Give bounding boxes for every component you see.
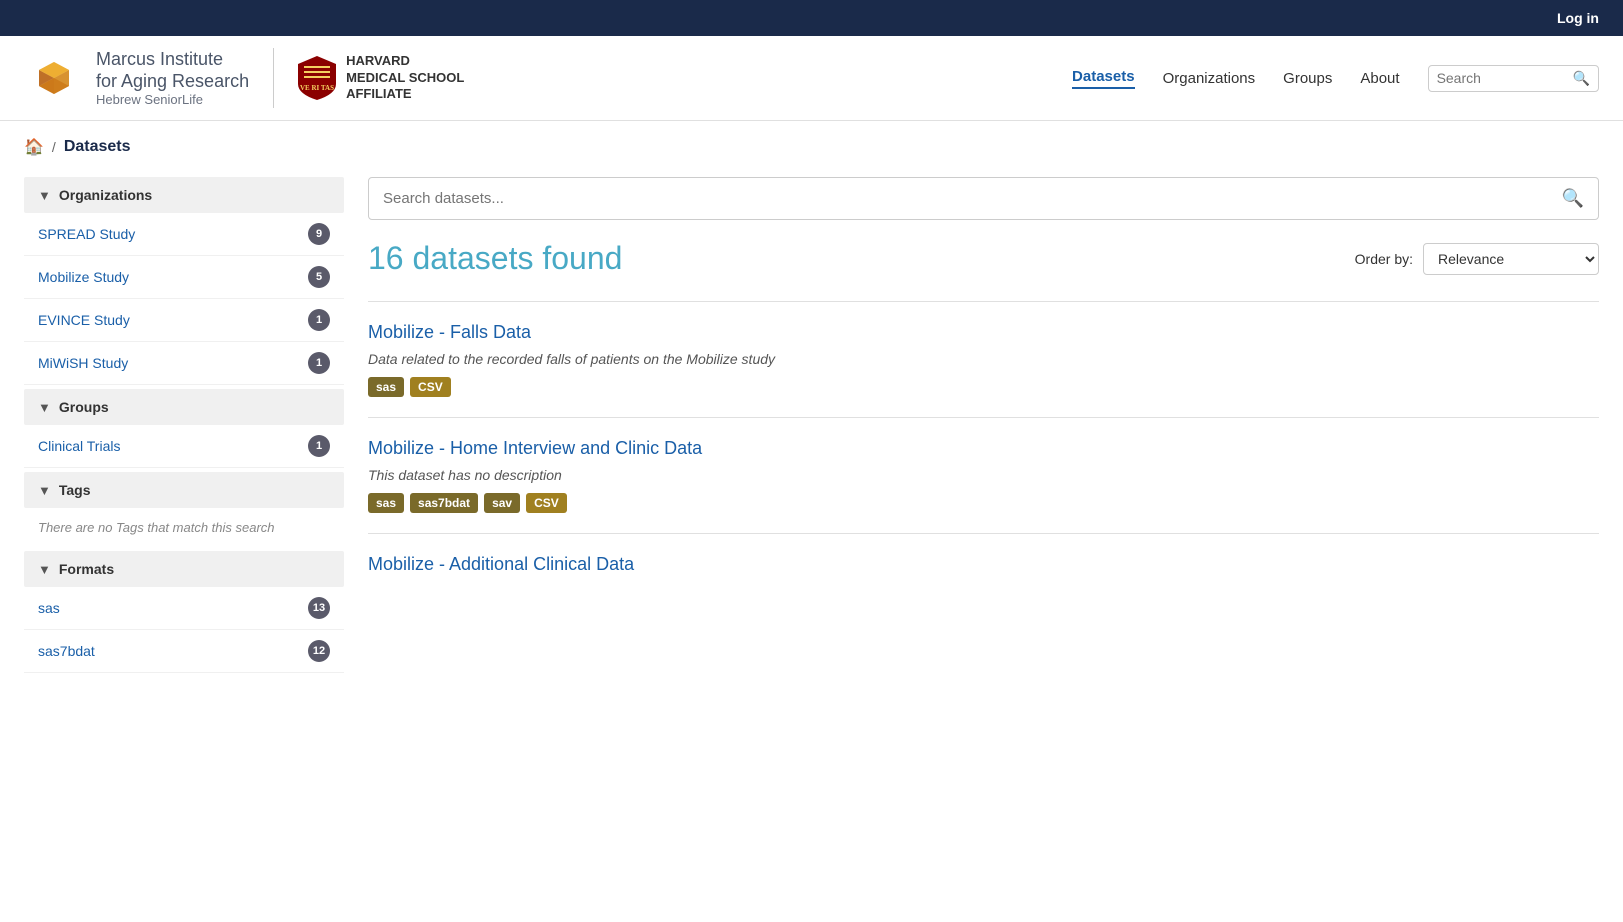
format-item-count: 13 [308,597,330,619]
org-filter-item[interactable]: SPREAD Study 9 [24,213,344,256]
order-by-select[interactable]: RelevanceName AscendingName DescendingLa… [1423,243,1599,275]
dataset-tag[interactable]: sas7bdat [410,493,478,513]
format-filter-item[interactable]: sas7bdat 12 [24,630,344,673]
format-item-label: sas [38,600,60,616]
header-search-input[interactable] [1437,70,1567,86]
dataset-tag[interactable]: sas [368,377,404,397]
funnel-icon-groups: ▼ [38,400,51,415]
dataset-item: Mobilize - Additional Clinical Data [368,533,1599,603]
org-logo-icon [24,48,84,108]
dataset-tag[interactable]: CSV [410,377,451,397]
dataset-title[interactable]: Mobilize - Home Interview and Clinic Dat… [368,438,1599,459]
org-name: Marcus Institutefor Aging Research [96,49,249,92]
funnel-icon-tags: ▼ [38,483,51,498]
header-search-icon: 🔍 [1573,70,1590,87]
main-nav: Datasets Organizations Groups About 🔍 [1072,65,1599,92]
sidebar: ▼ Organizations SPREAD Study 9 Mobilize St… [24,177,344,677]
formats-filter-label: Formats [59,561,114,577]
organizations-filter-section: ▼ Organizations SPREAD Study 9 Mobilize St… [24,177,344,385]
org-sub-name: Hebrew SeniorLife [96,92,249,107]
tags-filter-header[interactable]: ▼ Tags [24,472,344,508]
content-area: 🔍 16 datasets found Order by: RelevanceN… [368,177,1599,677]
dataset-search-input[interactable] [383,190,1554,207]
svg-text:VE RI TAS: VE RI TAS [300,84,334,92]
organizations-filter-label: Organizations [59,187,152,203]
groups-filter-label: Groups [59,399,109,415]
order-by-section: Order by: RelevanceName AscendingName De… [1355,243,1599,275]
groups-filter-header[interactable]: ▼ Groups [24,389,344,425]
breadcrumb-separator: / [52,139,56,155]
dataset-description: Data related to the recorded falls of pa… [368,351,1599,367]
dataset-item: Mobilize - Home Interview and Clinic Dat… [368,417,1599,533]
dataset-search-bar[interactable]: 🔍 [368,177,1599,220]
order-by-label: Order by: [1355,251,1413,267]
nav-datasets[interactable]: Datasets [1072,68,1135,89]
org-filter-item[interactable]: Mobilize Study 5 [24,256,344,299]
dataset-description: This dataset has no description [368,467,1599,483]
top-bar: Log in [0,0,1623,36]
organizations-filter-header[interactable]: ▼ Organizations [24,177,344,213]
formats-filter-header[interactable]: ▼ Formats [24,551,344,587]
org-item-label: MiWiSH Study [38,355,128,371]
funnel-icon-organizations: ▼ [38,188,51,203]
dataset-search-button[interactable]: 🔍 [1562,188,1584,209]
funnel-icon-formats: ▼ [38,562,51,577]
org-filter-item[interactable]: MiWiSH Study 1 [24,342,344,385]
nav-about[interactable]: About [1360,70,1399,87]
dataset-item: Mobilize - Falls Data Data related to th… [368,301,1599,417]
org-item-count: 5 [308,266,330,288]
groups-filter-section: ▼ Groups Clinical Trials 1 [24,389,344,468]
dataset-tag[interactable]: sav [484,493,520,513]
org-logo-text: Marcus Institutefor Aging Research Hebre… [96,49,249,107]
header: Marcus Institutefor Aging Research Hebre… [0,36,1623,121]
tags-filter-label: Tags [59,482,91,498]
organizations-list: SPREAD Study 9 Mobilize Study 5 EVINCE Study… [24,213,344,385]
datasets-list: Mobilize - Falls Data Data related to th… [368,301,1599,603]
breadcrumb: 🏠 / Datasets [0,121,1623,165]
nav-organizations[interactable]: Organizations [1163,70,1256,87]
results-count: 16 datasets found [368,240,622,277]
org-item-label: Mobilize Study [38,269,129,285]
format-filter-item[interactable]: sas 13 [24,587,344,630]
org-filter-item[interactable]: EVINCE Study 1 [24,299,344,342]
format-item-label: sas7bdat [38,643,95,659]
dataset-tag[interactable]: CSV [526,493,567,513]
group-item-count: 1 [308,435,330,457]
dataset-title[interactable]: Mobilize - Additional Clinical Data [368,554,1599,575]
dataset-tag[interactable]: sas [368,493,404,513]
group-filter-item[interactable]: Clinical Trials 1 [24,425,344,468]
results-header: 16 datasets found Order by: RelevanceNam… [368,240,1599,277]
header-search-box[interactable]: 🔍 [1428,65,1599,92]
org-item-label: SPREAD Study [38,226,135,242]
org-item-count: 9 [308,223,330,245]
groups-list: Clinical Trials 1 [24,425,344,468]
dataset-tags: sas CSV [368,377,1599,397]
harvard-affiliation-text: HARVARD MEDICAL SCHOOL AFFILIATE [346,53,466,104]
org-item-count: 1 [308,352,330,374]
breadcrumb-current: Datasets [64,138,131,156]
no-tags-message: There are no Tags that match this search [24,508,344,547]
harvard-shield-icon: VE RI TAS [298,56,336,100]
org-item-label: EVINCE Study [38,312,130,328]
dataset-tags: sas sas7bdat sav CSV [368,493,1599,513]
dataset-title[interactable]: Mobilize - Falls Data [368,322,1599,343]
group-item-label: Clinical Trials [38,438,120,454]
main-layout: ▼ Organizations SPREAD Study 9 Mobilize St… [0,177,1623,677]
login-link[interactable]: Log in [1557,10,1599,26]
formats-filter-section: ▼ Formats sas 13 sas7bdat 12 [24,551,344,673]
format-item-count: 12 [308,640,330,662]
header-divider [273,48,274,108]
nav-groups[interactable]: Groups [1283,70,1332,87]
tags-filter-section: ▼ Tags There are no Tags that match this… [24,472,344,547]
home-icon[interactable]: 🏠 [24,137,44,157]
harvard-logo: VE RI TAS HARVARD MEDICAL SCHOOL AFFILIA… [298,53,466,104]
formats-list: sas 13 sas7bdat 12 [24,587,344,673]
logo-area: Marcus Institutefor Aging Research Hebre… [24,48,466,108]
org-item-count: 1 [308,309,330,331]
